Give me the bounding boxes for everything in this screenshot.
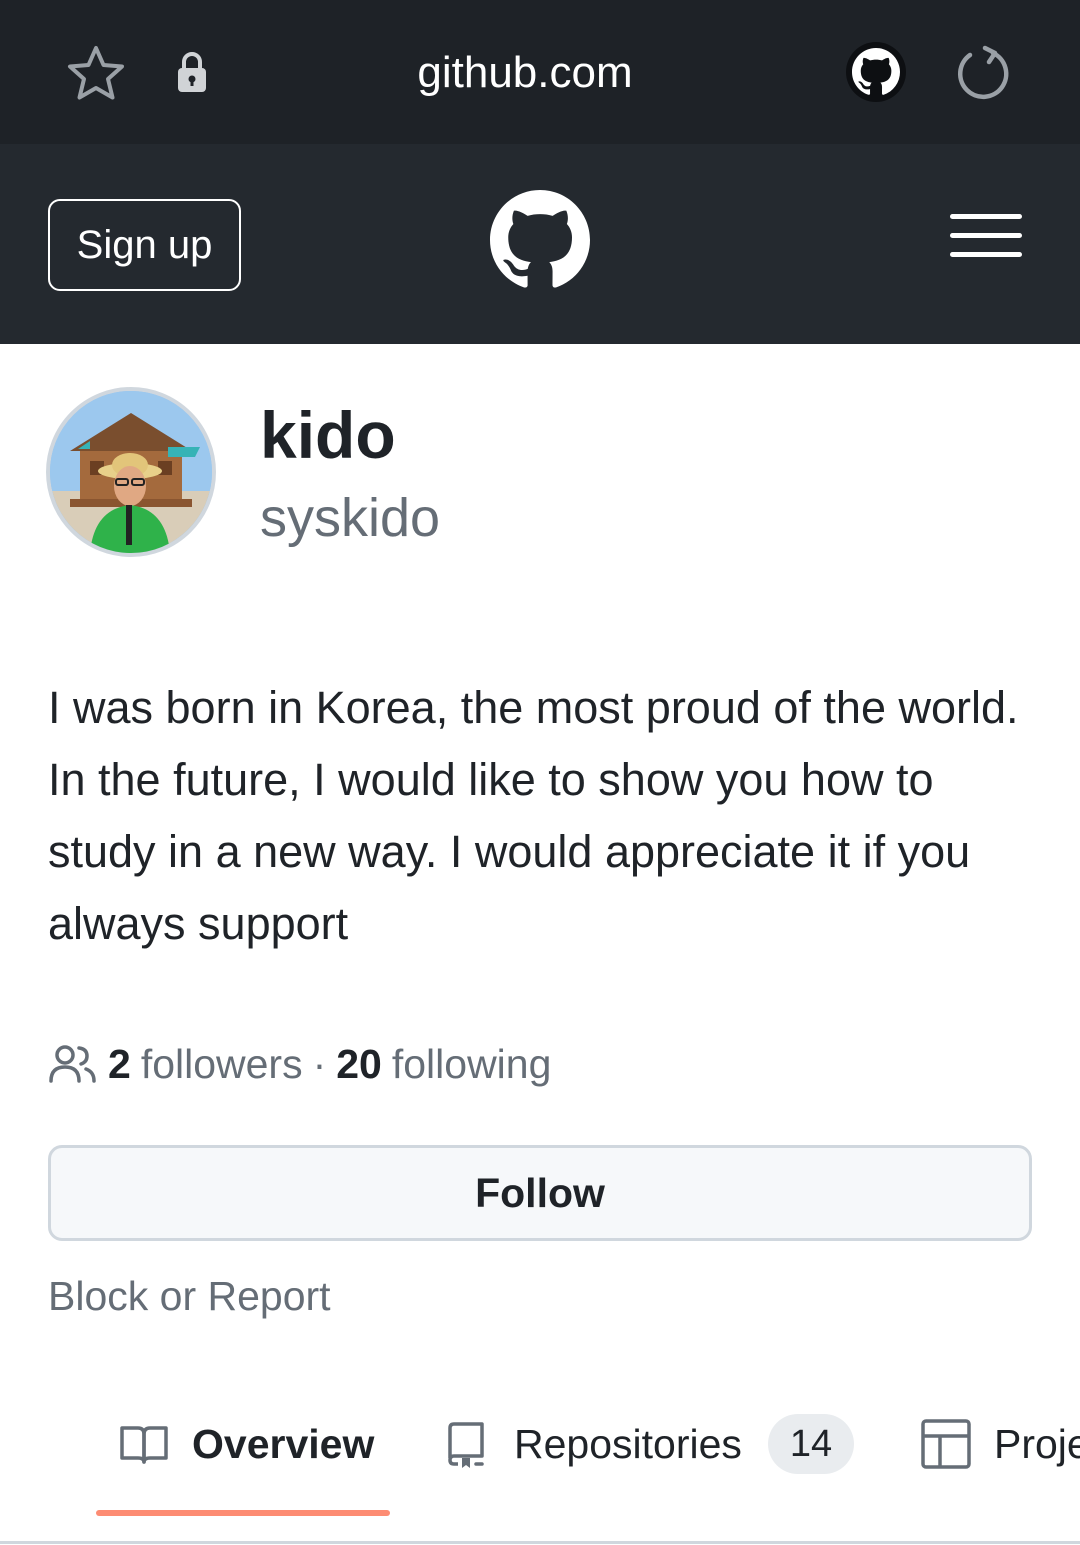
address-bar-url[interactable]: github.com: [340, 40, 710, 106]
bookmark-star-icon[interactable]: [64, 42, 128, 106]
github-icon[interactable]: [846, 42, 906, 102]
tab-overview[interactable]: Overview: [118, 1412, 374, 1476]
following-label[interactable]: following: [392, 1041, 552, 1088]
tab-repositories-label: Repositories: [514, 1420, 742, 1467]
hamburger-menu-icon[interactable]: [950, 214, 1022, 266]
table-icon: [920, 1418, 972, 1470]
reload-icon[interactable]: [950, 40, 1016, 106]
block-or-report-link[interactable]: Block or Report: [48, 1268, 331, 1324]
followers-label[interactable]: followers: [141, 1041, 303, 1088]
active-tab-underline: [96, 1510, 390, 1516]
tabs-divider: [0, 1541, 1080, 1544]
sign-up-button[interactable]: Sign up: [48, 199, 241, 291]
profile-tabs: Overview Repositories 14 Proje: [0, 1392, 1080, 1545]
repo-icon: [440, 1418, 492, 1470]
profile-username: syskido: [260, 488, 441, 548]
site-header: Sign up: [0, 144, 1080, 344]
browser-toolbar: github.com: [0, 0, 1080, 144]
tab-projects[interactable]: Proje: [920, 1412, 1080, 1476]
tab-overview-label: Overview: [192, 1420, 375, 1467]
follow-stats: 2 followers · 20 following: [48, 1034, 551, 1094]
github-mark-icon[interactable]: [490, 190, 590, 290]
book-icon: [118, 1418, 170, 1470]
tab-repositories[interactable]: Repositories 14: [440, 1412, 855, 1476]
profile-bio: I was born in Korea, the most proud of t…: [48, 682, 1019, 949]
tab-projects-label: Proje: [994, 1420, 1080, 1467]
profile-display-name: kido: [260, 398, 396, 472]
repositories-counter: 14: [767, 1414, 855, 1474]
stats-separator: ·: [312, 1040, 327, 1087]
lock-icon[interactable]: [172, 48, 212, 96]
followers-count[interactable]: 2: [108, 1041, 131, 1088]
people-icon: [48, 1043, 98, 1085]
follow-button[interactable]: Follow: [48, 1145, 1032, 1241]
avatar[interactable]: [46, 387, 216, 557]
following-count[interactable]: 20: [336, 1041, 382, 1088]
